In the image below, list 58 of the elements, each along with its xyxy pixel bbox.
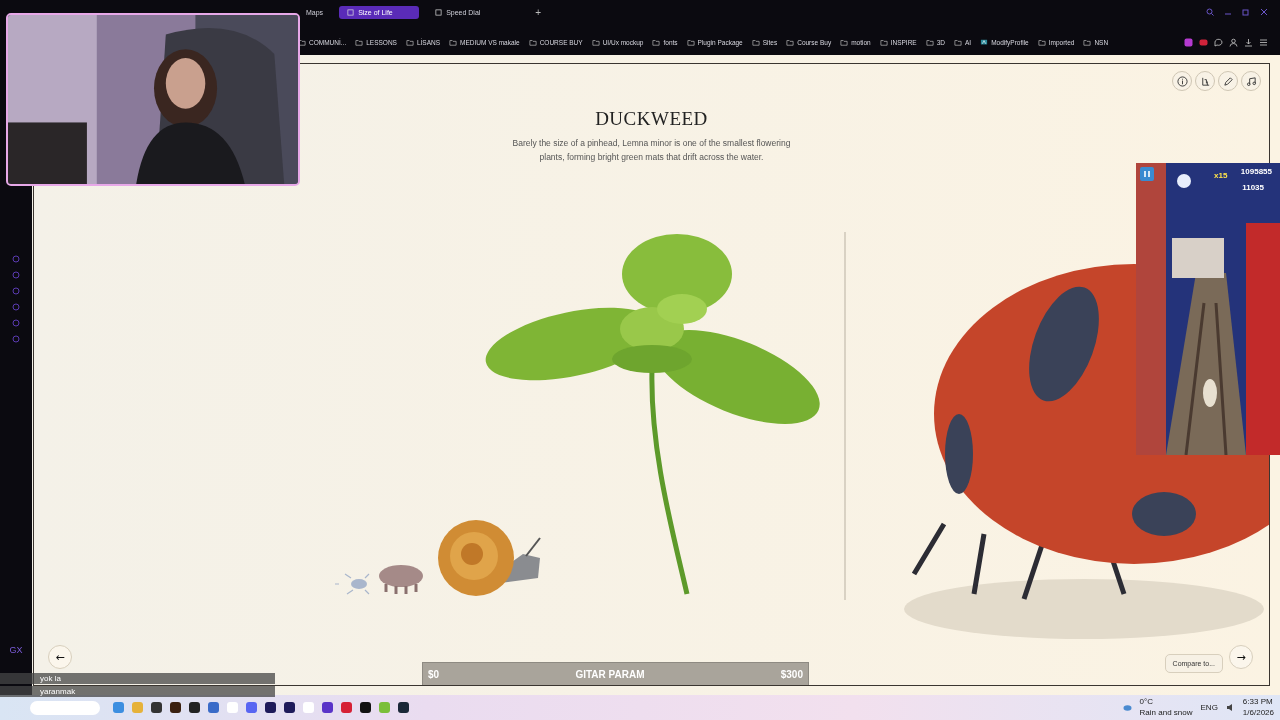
profile-icon[interactable]: [1229, 37, 1238, 47]
search-field[interactable]: [30, 700, 100, 715]
music-icon[interactable]: [1241, 71, 1261, 91]
folder-icon: [879, 38, 888, 46]
species-description: Barely the size of a pinhead, Lemna minor is one of the smallest flowering plants, forming bright green mats that drift across the water.: [511, 137, 792, 165]
folder-icon: [786, 38, 795, 46]
game-score: 1095855: [1240, 167, 1272, 176]
folder-icon: [405, 38, 414, 46]
pause-icon[interactable]: [1140, 167, 1154, 181]
tab-icon: [347, 8, 355, 16]
weather-widget[interactable]: 0°C Rain and snow: [1139, 696, 1193, 719]
close-icon[interactable]: [1260, 8, 1268, 16]
folder-icon: [840, 38, 849, 46]
site-icon: [980, 38, 989, 46]
species-title: DUCKWEED: [595, 108, 708, 130]
folder-icon: [686, 38, 695, 46]
folder-icon: [751, 38, 760, 46]
folder-icon: [449, 38, 458, 46]
app-icon[interactable]: [265, 702, 276, 713]
folder-icon: [298, 38, 306, 46]
slider-label: GITAR PARAM: [575, 668, 645, 680]
app-icon[interactable]: [398, 702, 409, 713]
slider-max: $300: [780, 668, 803, 680]
app-icon[interactable]: [322, 702, 333, 713]
folder-icon: [591, 38, 600, 46]
next-button[interactable]: →: [1229, 645, 1253, 669]
folder-icon: [652, 38, 661, 46]
previous-button[interactable]: ←: [48, 645, 72, 669]
folder-icon: [954, 38, 962, 46]
language-indicator[interactable]: ENG: [1200, 703, 1218, 712]
coin-count: 11035: [1242, 183, 1264, 192]
app-icon[interactable]: [189, 702, 200, 713]
chat-message: yaranmak: [0, 686, 275, 697]
app-icon[interactable]: [170, 702, 181, 713]
sidebar-logo: GX: [9, 645, 23, 655]
info-icon[interactable]: [1172, 71, 1192, 91]
score-multiplier: x15: [1214, 171, 1228, 180]
folder-icon: [1083, 38, 1092, 46]
new-tab-button[interactable]: +: [531, 6, 545, 18]
folder-icon: [355, 38, 364, 46]
clock[interactable]: 6:33 PM 1/6/2026: [1242, 696, 1274, 719]
folder-icon: [925, 38, 934, 46]
cloud-icon: [1122, 703, 1132, 712]
slider-min: $0: [428, 668, 440, 680]
folder-icon: [528, 38, 537, 46]
search-icon[interactable]: [1206, 8, 1214, 16]
chat-icon[interactable]: [1214, 37, 1223, 47]
restore-icon[interactable]: [1242, 8, 1250, 16]
pencil-icon[interactable]: [1218, 71, 1238, 91]
tab-icon: [435, 8, 443, 16]
folder-icon: [1037, 38, 1046, 46]
menu-icon[interactable]: [1259, 37, 1268, 47]
download-icon[interactable]: [1244, 37, 1253, 47]
speaker-icon[interactable]: [1225, 703, 1235, 712]
app-icon[interactable]: [284, 702, 295, 713]
app-icon[interactable]: [151, 702, 162, 713]
chat-message: yok la: [0, 673, 275, 684]
app-icon[interactable]: [360, 702, 371, 713]
